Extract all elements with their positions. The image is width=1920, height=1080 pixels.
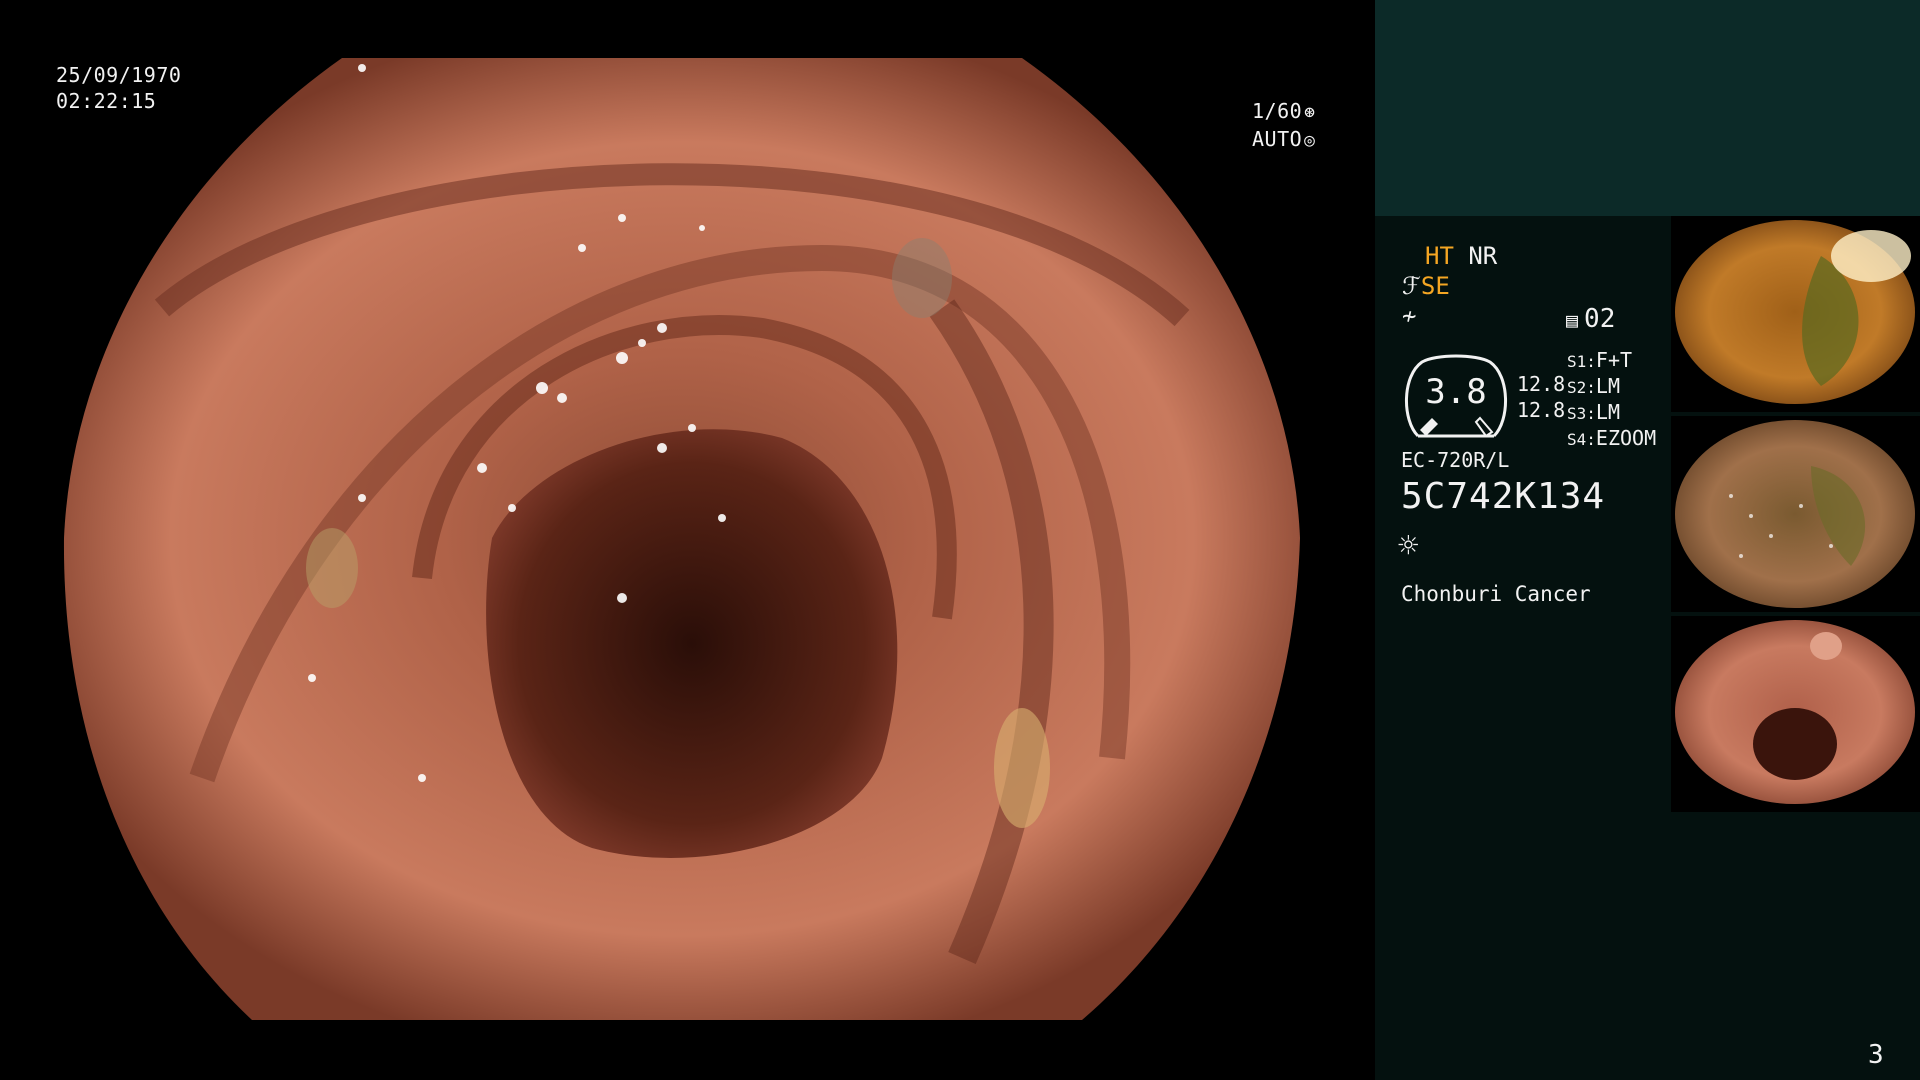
memory-indicator: ▤ 02 [1566,304,1615,334]
aperture-icon: ⊛ [1304,102,1316,123]
switch-row: S1:F+T [1567,348,1633,372]
hospital-name: Chonburi Cancer [1401,582,1591,606]
light-source-icon: ☼ [1398,526,1419,566]
color-enhance-icon: ≁ [1402,302,1417,330]
page-number: 3 [1868,1040,1884,1070]
memory-icon: ▤ [1566,308,1579,332]
switch-assignments: S1:F+T S2:LM S3:LM S4:EZOOM [1567,348,1656,452]
thumbnail-1[interactable] [1671,216,1920,412]
mode-row: AUTO ◎ [1252,126,1316,154]
side-panel-header [1375,0,1920,216]
switch-row: S4:EZOOM [1567,426,1657,450]
scope-model: EC-720R/L [1401,448,1510,472]
exposure-overlay: 1/60 ⊛ AUTO ◎ [1252,98,1316,154]
se-row: ℱSE [1402,272,1450,300]
time-text: 02:22:15 [56,89,157,113]
shutter-speed-text: 1/60 [1252,99,1303,123]
datetime-overlay: 25/09/1970 02:22:15 [56,62,181,114]
scope-serial: 5C742K134 [1401,476,1606,517]
exposure-mode-text: AUTO [1252,127,1303,151]
memory-number: 02 [1584,304,1616,334]
thumbnail-2[interactable] [1671,416,1920,612]
thumbnail-3[interactable] [1671,616,1920,812]
iris-icon: ◎ [1304,130,1316,151]
gauge-value: 3.8 [1425,372,1487,412]
nr-label: NR [1468,242,1498,270]
switch-row: S2:LM [1567,374,1620,398]
structure-enhance-icon: ℱ [1402,272,1421,300]
ht-nr-row: HT NR [1425,242,1497,270]
gauge-reading-2: 12.8 [1517,398,1566,422]
shutter-row: 1/60 ⊛ [1252,98,1316,126]
date-text: 25/09/1970 [56,63,182,87]
se-label: SE [1420,272,1450,300]
switch-row: S3:LM [1567,400,1620,424]
main-endoscopic-view [62,58,1302,1020]
gauge-reading-1: 12.8 [1517,372,1566,396]
endoscopy-screen: 25/09/1970 02:22:15 1/60 ⊛ AUTO ◎ HT NR ℱS… [0,0,1920,1080]
ht-label: HT [1425,242,1454,270]
